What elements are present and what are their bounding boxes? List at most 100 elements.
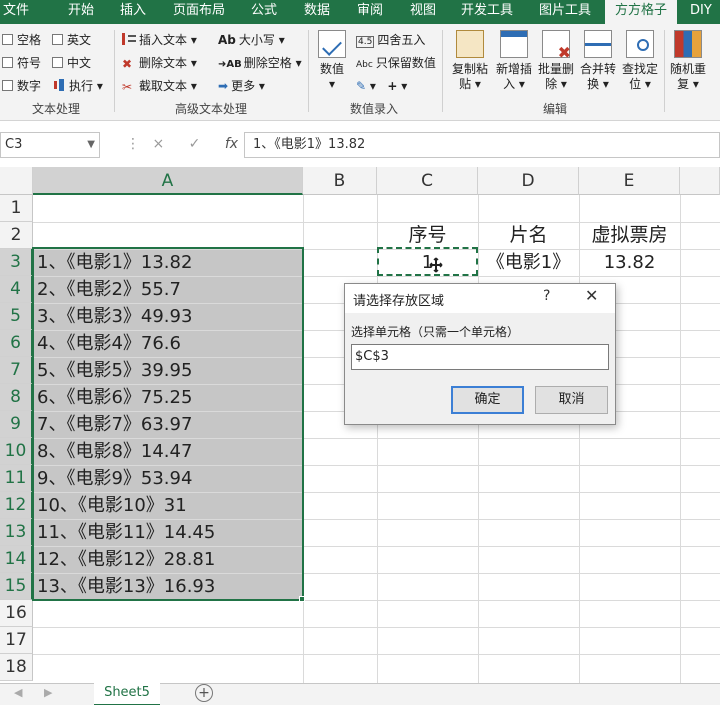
case-button[interactable]: Ab 大小写 ▾	[218, 32, 285, 48]
batch-delete-icon: ✖	[542, 30, 571, 61]
tab-insert[interactable]: 插入	[108, 0, 158, 24]
row-header[interactable]: 10	[0, 438, 33, 465]
round-button[interactable]: 4.5 四舍五入	[356, 32, 425, 50]
dialog-title: 请选择存放区域	[353, 294, 445, 309]
formula-input[interactable]: 1、《电影1》13.82	[244, 132, 720, 158]
group-label-text-processing: 文本处理	[31, 102, 80, 116]
sheet-tab-bar: ◀ ▶ Sheet5 +	[0, 683, 720, 705]
execute-icon	[52, 79, 66, 91]
scroll-right-icon[interactable]: ▶	[44, 686, 52, 699]
more-button[interactable]: ➡ 更多 ▾	[218, 78, 265, 94]
find-locate-button[interactable]: 查找定位 ▾	[620, 30, 660, 92]
tab-picture-tools[interactable]: 图片工具	[530, 0, 600, 24]
numeric-icon	[318, 30, 346, 58]
select-storage-dialog: 请选择存放区域 ? ✕ 选择单元格（只需一个单元格） $C$3 确定 取消	[344, 283, 616, 425]
tab-fangfanggezi[interactable]: 方方格子	[605, 0, 677, 24]
column-header-c[interactable]: C	[377, 167, 478, 195]
checkbox-english[interactable]: 英文	[52, 32, 91, 48]
column-header-e[interactable]: E	[579, 167, 680, 195]
numeric-extra-buttons[interactable]: ✎ ▾ + ▾	[356, 78, 407, 94]
row-header[interactable]: 11	[0, 465, 33, 492]
checkbox-symbol[interactable]: 符号	[2, 55, 41, 71]
batch-delete-button[interactable]: ✖ 批量删除 ▾	[536, 30, 576, 92]
tab-formulas[interactable]: 公式	[240, 0, 288, 24]
fx-icon[interactable]: fx	[225, 136, 238, 152]
column-header-a[interactable]: A	[33, 167, 303, 195]
add-sheet-icon[interactable]: +	[195, 684, 213, 702]
ribbon: 空格 英文 符号 中文 数字 执行 ▾ 文本处理 插入文本 ▾ ✖ 删除文本 ▾ …	[0, 24, 720, 121]
row-header[interactable]: 14	[0, 546, 33, 573]
row-header[interactable]: 9	[0, 411, 33, 438]
cell-d3[interactable]: 《电影1》	[478, 249, 579, 276]
add-insert-button[interactable]: 新增插入 ▾	[494, 30, 534, 92]
tab-home[interactable]: 开始	[56, 0, 106, 24]
row-header[interactable]: 8	[0, 384, 33, 411]
column-header-d[interactable]: D	[478, 167, 579, 195]
row-header[interactable]: 12	[0, 492, 33, 519]
clipboard-icon	[456, 30, 484, 58]
insert-text-icon	[122, 33, 136, 45]
cell-e2[interactable]: 虚拟票房	[579, 222, 680, 249]
keep-value-button[interactable]: Abc 只保留数值	[356, 55, 436, 73]
tab-view[interactable]: 视图	[400, 0, 446, 24]
row-header[interactable]: 17	[0, 627, 33, 654]
column-header-b[interactable]: B	[303, 167, 377, 195]
merge-convert-button[interactable]: 合并转换 ▾	[578, 30, 618, 92]
cell-d2[interactable]: 片名	[478, 222, 579, 249]
copy-paste-button[interactable]: 复制粘贴 ▾	[450, 30, 490, 92]
sheet-tab-sheet5[interactable]: Sheet5	[94, 683, 160, 705]
menu-bar: 文件 开始 插入 页面布局 公式 数据 审阅 视图 开发工具 图片工具 方方格子…	[0, 0, 720, 24]
cancel-button[interactable]: 取消	[535, 386, 608, 414]
delete-space-button[interactable]: ➜AB 删除空格 ▾	[218, 55, 302, 73]
scroll-left-icon[interactable]: ◀	[14, 686, 22, 699]
row-header[interactable]: 1	[0, 195, 33, 222]
row-header[interactable]: 15	[0, 573, 33, 600]
row-header[interactable]: 18	[0, 654, 33, 681]
cell-e3[interactable]: 13.82	[579, 249, 680, 276]
chevron-down-icon[interactable]: ▼	[87, 133, 95, 157]
fill-handle[interactable]	[299, 596, 305, 602]
name-box[interactable]: C3 ▼	[0, 132, 100, 158]
delete-text-button[interactable]: ✖ 删除文本 ▾	[122, 55, 197, 71]
tab-page-layout[interactable]: 页面布局	[166, 0, 232, 24]
execute-button[interactable]: 执行 ▾	[52, 78, 103, 94]
tab-file[interactable]: 文件	[0, 0, 32, 24]
select-all-corner[interactable]	[0, 167, 33, 195]
row-header[interactable]: 6	[0, 330, 33, 357]
row-header[interactable]: 7	[0, 357, 33, 384]
extract-text-button[interactable]: ✂ 截取文本 ▾	[122, 78, 197, 94]
cell-reference-input[interactable]: $C$3	[351, 344, 609, 370]
column-header-f[interactable]	[680, 167, 720, 195]
row-header[interactable]: 5	[0, 303, 33, 330]
random-repeat-button[interactable]: 随机重复 ▾	[668, 30, 708, 92]
delete-space-icon: ➜AB	[218, 59, 242, 70]
close-icon[interactable]: ✕	[585, 286, 598, 305]
random-repeat-icon	[674, 30, 702, 58]
row-header[interactable]: 16	[0, 600, 33, 627]
more-dots-icon: ⋮	[126, 136, 140, 152]
tab-developer[interactable]: 开发工具	[452, 0, 522, 24]
cancel-icon[interactable]: ×	[152, 136, 164, 152]
gridline	[680, 195, 681, 683]
round-icon: 4.5	[356, 36, 375, 48]
row-header[interactable]: 4	[0, 276, 33, 303]
gridline	[33, 654, 720, 655]
row-header[interactable]: 13	[0, 519, 33, 546]
cell-c2[interactable]: 序号	[377, 222, 478, 249]
confirm-icon[interactable]: ✓	[189, 136, 201, 152]
numeric-button[interactable]: 数值 ▾	[314, 30, 350, 92]
tab-review[interactable]: 审阅	[346, 0, 394, 24]
ok-button[interactable]: 确定	[451, 386, 524, 414]
checkbox-space[interactable]: 空格	[2, 32, 41, 48]
checkbox-chinese[interactable]: 中文	[52, 55, 91, 71]
spreadsheet-grid[interactable]: A B C D E 1 2 3 4 5 6 7 8 9 10 11 12 13 …	[0, 167, 720, 683]
more-icon: ➡	[218, 79, 229, 93]
help-icon[interactable]: ?	[543, 288, 550, 304]
tab-diy[interactable]: DIY工	[684, 0, 720, 24]
checkbox-number[interactable]: 数字	[2, 78, 41, 94]
row-header[interactable]: 2	[0, 222, 33, 249]
row-header[interactable]: 3	[0, 249, 33, 276]
tab-data[interactable]: 数据	[294, 0, 340, 24]
ribbon-separator	[442, 30, 443, 112]
insert-text-button[interactable]: 插入文本 ▾	[122, 32, 197, 48]
